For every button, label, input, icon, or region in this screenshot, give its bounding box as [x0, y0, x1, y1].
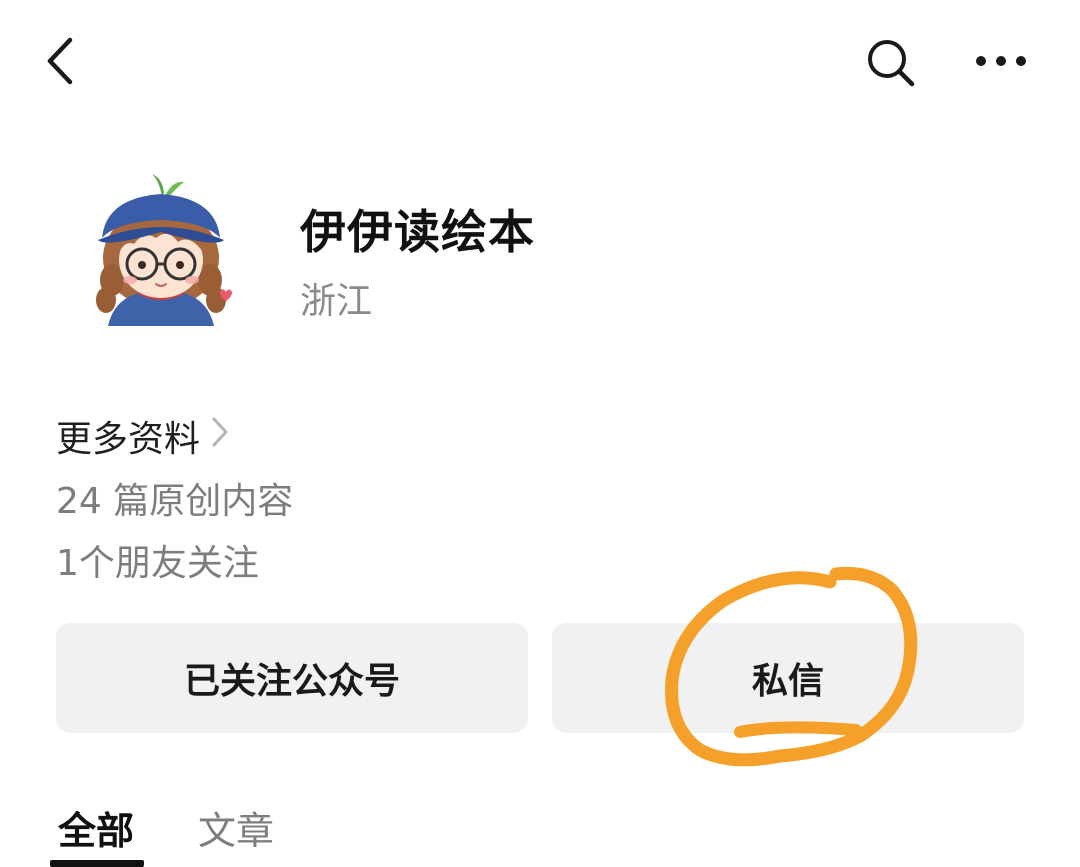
more-horizontal-icon	[976, 56, 1026, 66]
friends-following[interactable]: 1个朋友关注	[56, 534, 259, 586]
back-button[interactable]	[40, 36, 84, 86]
account-name: 伊伊读绘本	[300, 205, 535, 259]
followed-button[interactable]: 已关注公众号	[56, 623, 528, 733]
active-tab-indicator	[50, 860, 144, 867]
account-region: 浙江	[300, 281, 373, 322]
chevron-left-icon	[47, 37, 73, 85]
original-content-count: 24 篇原创内容	[56, 481, 294, 522]
message-button[interactable]: 私信	[552, 623, 1024, 733]
search-icon	[868, 40, 915, 87]
more-button[interactable]	[972, 46, 1030, 76]
tab-articles[interactable]: 文章	[198, 800, 274, 855]
tab-all[interactable]: 全部	[58, 800, 134, 855]
avatar[interactable]	[86, 168, 236, 326]
cartoon-girl-avatar-icon	[96, 174, 232, 326]
chevron-right-icon	[210, 415, 230, 458]
message-button-label: 私信	[751, 661, 824, 702]
more-info-label: 更多资料	[56, 419, 201, 460]
search-button[interactable]	[864, 36, 918, 90]
followed-button-label: 已关注公众号	[183, 661, 400, 702]
more-info-link[interactable]: 更多资料	[56, 410, 230, 462]
